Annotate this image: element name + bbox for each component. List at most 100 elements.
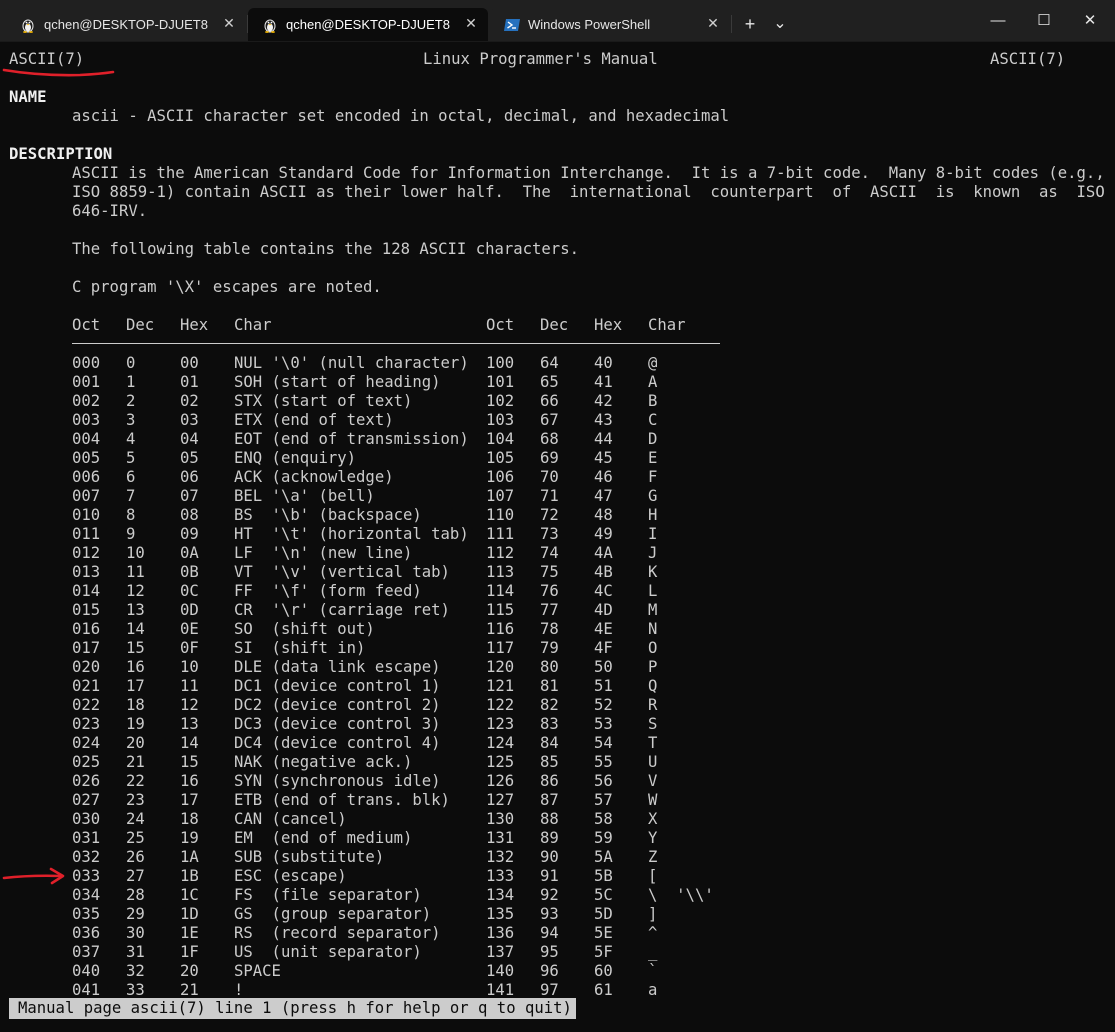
char-cell: H <box>648 506 658 524</box>
oct-cell: 002 <box>72 392 101 410</box>
char-cell: LF '\n' (new line) <box>234 544 413 562</box>
char-cell: NUL '\0' (null character) <box>234 354 469 372</box>
dec-cell: 85 <box>540 753 559 771</box>
hex-cell: 48 <box>594 506 613 524</box>
tab-dropdown-button[interactable]: ⌄ <box>766 10 794 38</box>
char-cell: _ <box>648 943 658 961</box>
oct-cell: 026 <box>72 772 101 790</box>
oct-cell: 025 <box>72 753 101 771</box>
char-cell: E <box>648 449 658 467</box>
char-cell: ESC (escape) <box>234 867 347 885</box>
hex-cell: 5D <box>594 905 613 923</box>
dec-cell: 83 <box>540 715 559 733</box>
close-tab-icon[interactable]: ✕ <box>222 16 236 30</box>
description-line: 646-IRV. <box>72 202 148 220</box>
close-tab-icon[interactable]: ✕ <box>706 16 720 30</box>
hex-cell: 16 <box>180 772 199 790</box>
char-cell: P <box>648 658 658 676</box>
hex-cell: 05 <box>180 449 199 467</box>
hex-cell: 4D <box>594 601 613 619</box>
tab-title: Windows PowerShell <box>528 17 651 32</box>
hex-cell: 18 <box>180 810 199 828</box>
char-cell: J <box>648 544 658 562</box>
hex-cell: 0F <box>180 639 199 657</box>
char-cell: US (unit separator) <box>234 943 422 961</box>
description-line: ASCII is the American Standard Code for … <box>72 164 1105 182</box>
hex-cell: 50 <box>594 658 613 676</box>
dec-cell: 13 <box>126 601 145 619</box>
dec-cell: 74 <box>540 544 559 562</box>
linux-penguin-icon <box>22 19 34 33</box>
tab-title: qchen@DESKTOP-DJUET85: ~ <box>286 17 450 32</box>
oct-cell: 122 <box>486 696 515 714</box>
hex-cell: 0A <box>180 544 199 562</box>
char-cell: SO (shift out) <box>234 620 375 638</box>
oct-cell: 132 <box>486 848 515 866</box>
char-cell: B <box>648 392 658 410</box>
tab-powershell[interactable]: Windows PowerShell ✕ <box>490 8 730 41</box>
char-cell: SYN (synchronous idle) <box>234 772 441 790</box>
dec-cell: 96 <box>540 962 559 980</box>
maximize-button[interactable]: ☐ <box>1021 0 1067 41</box>
char-cell: N <box>648 620 658 638</box>
hex-cell: 58 <box>594 810 613 828</box>
char-cell: R <box>648 696 658 714</box>
char-cell: ` <box>648 962 658 980</box>
char-cell: T <box>648 734 658 752</box>
char-cell: ^ <box>648 924 658 942</box>
dec-cell: 81 <box>540 677 559 695</box>
hex-cell: 5F <box>594 943 613 961</box>
char-cell: ] <box>648 905 658 923</box>
new-tab-button[interactable]: + <box>736 10 764 38</box>
oct-cell: 124 <box>486 734 515 752</box>
dec-cell: 12 <box>126 582 145 600</box>
char-cell: HT '\t' (horizontal tab) <box>234 525 469 543</box>
tab-ubuntu-2[interactable]: qchen@DESKTOP-DJUET85: ~ ✕ <box>248 8 488 41</box>
oct-cell: 006 <box>72 468 101 486</box>
hex-cell: 51 <box>594 677 613 695</box>
escapes-note: C program '\X' escapes are noted. <box>72 278 382 296</box>
char-cell: L <box>648 582 658 600</box>
hex-cell: 02 <box>180 392 199 410</box>
char-cell: EM (end of medium) <box>234 829 413 847</box>
dec-cell: 4 <box>126 430 136 448</box>
column-header: Oct <box>486 316 515 334</box>
oct-cell: 130 <box>486 810 515 828</box>
hex-cell: 59 <box>594 829 613 847</box>
oct-cell: 113 <box>486 563 515 581</box>
char-cell: ETB (end of trans. blk) <box>234 791 450 809</box>
char-cell: ACK (acknowledge) <box>234 468 394 486</box>
hex-cell: 4A <box>594 544 613 562</box>
column-header: Dec <box>540 316 569 334</box>
minimize-button[interactable]: — <box>975 0 1021 41</box>
oct-cell: 013 <box>72 563 101 581</box>
hex-cell: 40 <box>594 354 613 372</box>
oct-cell: 115 <box>486 601 515 619</box>
close-window-button[interactable]: ✕ <box>1067 0 1113 41</box>
char-cell: SI (shift in) <box>234 639 366 657</box>
dec-cell: 79 <box>540 639 559 657</box>
char-cell: BS '\b' (backspace) <box>234 506 422 524</box>
tab-ubuntu-1[interactable]: qchen@DESKTOP-DJUET85: ~/ ✕ <box>6 8 246 41</box>
oct-cell: 001 <box>72 373 101 391</box>
dec-cell: 90 <box>540 848 559 866</box>
powershell-icon <box>504 18 520 31</box>
oct-cell: 007 <box>72 487 101 505</box>
hex-cell: 0E <box>180 620 199 638</box>
hex-cell: 0C <box>180 582 199 600</box>
char-cell: [ <box>648 867 658 885</box>
man-header-left: ASCII(7) <box>9 50 85 68</box>
dec-cell: 87 <box>540 791 559 809</box>
oct-cell: 005 <box>72 449 101 467</box>
dec-cell: 11 <box>126 563 145 581</box>
oct-cell: 136 <box>486 924 515 942</box>
dec-cell: 71 <box>540 487 559 505</box>
dec-cell: 19 <box>126 715 145 733</box>
hex-cell: 43 <box>594 411 613 429</box>
close-tab-icon[interactable]: ✕ <box>464 16 478 30</box>
oct-cell: 125 <box>486 753 515 771</box>
dec-cell: 3 <box>126 411 136 429</box>
oct-cell: 003 <box>72 411 101 429</box>
oct-cell: 104 <box>486 430 515 448</box>
char-cell: BEL '\a' (bell) <box>234 487 375 505</box>
